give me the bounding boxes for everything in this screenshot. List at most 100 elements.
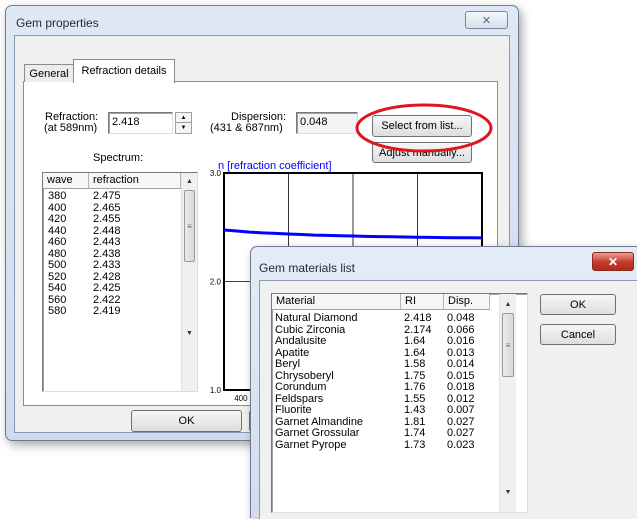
material-row-cell: Natural Diamond	[275, 312, 358, 324]
spectrum-rows: 380 2.475 400 2.465 420 2.455 440 2.448 460 2.443…	[45, 190, 183, 318]
material-row-cell: Garnet Pyrope	[275, 438, 347, 451]
spectrum-row[interactable]: 460 2.443	[45, 236, 183, 249]
material-row-cell: 1.76	[404, 381, 426, 393]
materials-scroll-up-icon[interactable]: ▲	[500, 296, 516, 312]
material-row[interactable]: Fluorite 1.43 0.007	[272, 404, 491, 417]
materials-close-icon: ✕	[607, 254, 619, 269]
spectrum-scrollbar[interactable]: ▲ ≡ ▼	[181, 173, 197, 391]
materials-scrollbar[interactable]: ▲ ≡ ▼	[499, 294, 516, 512]
materials-close-button[interactable]: ✕	[592, 252, 634, 271]
material-row-cell: Corundum	[275, 381, 327, 393]
scroll-thumb[interactable]: ≡	[184, 190, 195, 262]
x-tick-label: 400	[234, 394, 248, 403]
material-row-cell: 1.73	[404, 438, 426, 451]
materials-table: Natural Diamond 2.418 0.048 Cubic Zirconia 2…	[272, 312, 491, 452]
spectrum-header-wave[interactable]: wave	[43, 173, 89, 189]
material-row-cell: 1.74	[404, 427, 426, 439]
y-tick-label: 2.0	[210, 278, 222, 287]
spectrum-row-cell: 2.419	[93, 305, 121, 317]
highlight-ellipse-shape	[355, 103, 493, 153]
materials-header-ri[interactable]: RI	[401, 294, 444, 310]
material-row[interactable]: Andalusite 1.64 0.016	[272, 335, 491, 348]
spin-down-icon[interactable]: ▼	[176, 123, 191, 133]
material-row[interactable]: Natural Diamond 2.418 0.048	[272, 312, 491, 325]
spectrum-label: Spectrum:	[93, 152, 144, 164]
spectrum-row[interactable]: 420 2.455	[45, 213, 183, 226]
ok-button[interactable]: OK	[131, 410, 242, 432]
material-row-cell: 0.048	[447, 312, 475, 324]
spectrum-list[interactable]: wave refraction 380 2.475 400 2.465 420 2.455…	[42, 172, 198, 392]
gem-materials-window: Gem materials list ✕ Material RI Disp. N…	[250, 246, 637, 519]
material-row[interactable]: Beryl 1.58 0.014	[272, 358, 491, 371]
spectrum-row-cell: 580	[48, 305, 67, 317]
tab-refraction-details[interactable]: Refraction details	[73, 59, 175, 83]
spectrum-row-cell: 420	[48, 213, 67, 225]
materials-header-material[interactable]: Material	[272, 294, 401, 310]
scroll-up-icon[interactable]: ▲	[182, 173, 197, 189]
window-title: Gem properties	[16, 16, 99, 30]
spectrum-row-cell: 2.433	[93, 259, 121, 271]
dispersion-input[interactable]: 0.048	[296, 112, 358, 134]
material-row[interactable]: Garnet Pyrope 1.73 0.023	[272, 438, 491, 452]
material-row-cell: 0.007	[447, 404, 475, 416]
material-row-cell: 2.418	[404, 312, 432, 324]
spectrum-row-cell: 2.455	[93, 213, 121, 225]
materials-scroll-thumb[interactable]: ≡	[502, 313, 514, 377]
material-row-cell: Beryl	[275, 358, 301, 370]
refraction-wavelength-label: (at 589nm)	[44, 122, 98, 134]
material-row[interactable]: Garnet Grossular 1.74 0.027	[272, 427, 491, 440]
close-button[interactable]: ✕	[465, 11, 508, 29]
highlight-ellipse	[355, 103, 493, 153]
spectrum-row[interactable]: 380 2.475	[45, 190, 183, 203]
materials-client-area: Material RI Disp. Natural Diamond 2.418 0.…	[259, 280, 637, 519]
tab-refraction-details-label: Refraction details	[81, 65, 167, 77]
spin-up-icon[interactable]: ▲	[176, 113, 191, 123]
material-row-cell: 0.027	[447, 427, 475, 439]
y-tick-label: 3.0	[210, 169, 222, 178]
material-row-cell: 1.64	[404, 335, 426, 347]
spectrum-row-cell: 2.425	[93, 282, 121, 294]
chart-title: n [refraction coefficient]	[218, 160, 332, 172]
materials-cancel-label: Cancel	[560, 328, 596, 341]
material-row-cell: Andalusite	[275, 335, 327, 347]
material-row-cell: 0.023	[447, 438, 475, 451]
materials-ok-button[interactable]: OK	[540, 294, 616, 315]
tab-general-label: General	[29, 68, 69, 80]
close-icon: ✕	[481, 14, 492, 27]
dispersion-input-value: 0.048	[300, 116, 328, 128]
spectrum-row-cell: 2.475	[93, 190, 121, 202]
material-row-cell: Fluorite	[275, 404, 312, 416]
spectrum-row-cell: 460	[48, 236, 67, 248]
material-row-cell: 1.58	[404, 358, 426, 370]
spectrum-row[interactable]: 540 2.425	[45, 282, 183, 295]
material-row-cell: 1.43	[404, 404, 426, 416]
spectrum-header-refraction[interactable]: refraction	[89, 173, 181, 189]
dispersion-wavelength-label: (431 & 687nm)	[210, 122, 283, 134]
materials-ok-label: OK	[570, 298, 586, 311]
spectrum-row-cell: 500	[48, 259, 67, 271]
material-row-cell: 0.016	[447, 335, 475, 347]
materials-window-title: Gem materials list	[259, 261, 356, 275]
spectrum-row-cell: 2.443	[93, 236, 121, 248]
materials-list[interactable]: Material RI Disp. Natural Diamond 2.418 0.…	[271, 293, 528, 513]
spectrum-row[interactable]: 500 2.433	[45, 259, 183, 272]
y-tick-label: 1.0	[210, 386, 222, 395]
materials-rows: Natural Diamond 2.418 0.048 Cubic Zirconia 2…	[272, 312, 491, 452]
material-row-cell: 0.014	[447, 358, 475, 370]
scroll-down-icon[interactable]: ▼	[182, 325, 197, 341]
spectrum-row-cell: 540	[48, 282, 67, 294]
refraction-input-value: 2.418	[112, 116, 140, 128]
spectrum-table: 380 2.475 400 2.465 420 2.455 440 2.448 460 2.443…	[45, 190, 183, 318]
materials-scroll-down-icon[interactable]: ▼	[500, 484, 516, 500]
material-row-cell: 0.018	[447, 381, 475, 393]
refraction-spinner[interactable]: ▲ ▼	[175, 112, 192, 134]
spectrum-row[interactable]: 580 2.419	[45, 305, 183, 318]
material-row[interactable]: Corundum 1.76 0.018	[272, 381, 491, 394]
tab-general[interactable]: General	[24, 64, 74, 82]
material-row-cell: Garnet Grossular	[275, 427, 360, 439]
materials-header-disp[interactable]: Disp.	[444, 294, 490, 310]
materials-cancel-button[interactable]: Cancel	[540, 324, 616, 345]
refraction-input[interactable]: 2.418	[108, 112, 173, 134]
ok-label: OK	[178, 415, 195, 427]
spectrum-row-cell: 380	[48, 190, 67, 202]
